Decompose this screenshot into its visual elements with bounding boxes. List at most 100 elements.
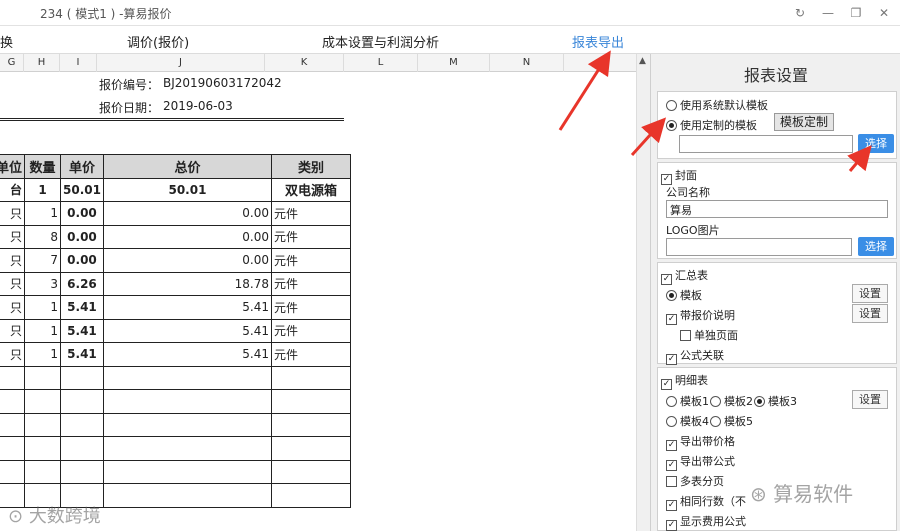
- cell[interactable]: [270, 483, 351, 508]
- column-header[interactable]: M: [418, 54, 490, 72]
- checkbox-cover[interactable]: ✓ 封面: [661, 167, 697, 185]
- cell[interactable]: [270, 412, 351, 437]
- menu-switch[interactable]: 换: [0, 32, 13, 51]
- radio-custom-template[interactable]: 使用定制的模板: [666, 117, 757, 133]
- cell[interactable]: 50.01: [60, 177, 104, 202]
- summary-settings-button[interactable]: 设置: [852, 284, 888, 303]
- checkbox-icon[interactable]: [666, 476, 677, 487]
- menu-cost-profit[interactable]: 成本设置与利润分析: [322, 32, 439, 51]
- cell[interactable]: 1: [24, 318, 61, 343]
- cell[interactable]: 只: [0, 201, 25, 226]
- cell[interactable]: [102, 365, 272, 390]
- cell[interactable]: [270, 365, 351, 390]
- cell[interactable]: [24, 436, 61, 461]
- cell[interactable]: 元件: [270, 201, 351, 226]
- cell[interactable]: 8: [24, 224, 61, 249]
- cell[interactable]: [0, 436, 25, 461]
- checkbox-export-price[interactable]: ✓ 导出带价格: [666, 433, 735, 451]
- cell[interactable]: 0.00: [60, 201, 104, 226]
- radio-template-4[interactable]: 模板4: [666, 413, 709, 429]
- column-header[interactable]: J: [97, 54, 265, 72]
- cell[interactable]: 1: [24, 201, 61, 226]
- cell[interactable]: 0.00: [60, 224, 104, 249]
- cell[interactable]: [60, 389, 104, 414]
- radio-template-3[interactable]: 模板3: [754, 393, 797, 409]
- cell[interactable]: [60, 459, 104, 484]
- cell[interactable]: [0, 389, 25, 414]
- cell[interactable]: [270, 389, 351, 414]
- checkbox-icon[interactable]: ✓: [666, 460, 677, 471]
- cell[interactable]: 5.41: [102, 295, 272, 320]
- cell[interactable]: 台: [0, 177, 25, 202]
- cell[interactable]: 5.41: [102, 342, 272, 367]
- column-header[interactable]: H: [24, 54, 60, 72]
- checkbox-summary[interactable]: ✓ 汇总表: [661, 267, 708, 285]
- cell[interactable]: [102, 459, 272, 484]
- template-custom-button[interactable]: 模板定制: [774, 113, 835, 131]
- detail-settings-button[interactable]: 设置: [852, 390, 888, 409]
- checkbox-formula-link[interactable]: ✓ 公式关联: [666, 347, 724, 365]
- template-path-input[interactable]: [679, 135, 853, 153]
- header-quantity[interactable]: 数量: [24, 154, 61, 179]
- checkbox-icon[interactable]: ✓: [666, 500, 677, 511]
- cell[interactable]: 1: [24, 295, 61, 320]
- cell[interactable]: 5.41: [102, 318, 272, 343]
- column-header[interactable]: K: [265, 54, 344, 72]
- desc-settings-button[interactable]: 设置: [852, 304, 888, 323]
- close-icon[interactable]: ✕: [874, 3, 894, 23]
- cell[interactable]: [270, 459, 351, 484]
- cell[interactable]: [60, 412, 104, 437]
- cell[interactable]: [102, 412, 272, 437]
- template-select-button[interactable]: 选择: [858, 134, 894, 153]
- checkbox-same-rows[interactable]: ✓ 相同行数（不: [666, 493, 746, 511]
- cell[interactable]: 5.41: [60, 318, 104, 343]
- logo-select-button[interactable]: 选择: [858, 237, 894, 256]
- cell[interactable]: 3: [24, 271, 61, 296]
- checkbox-icon[interactable]: ✓: [666, 440, 677, 451]
- header-category[interactable]: 类别: [270, 154, 351, 179]
- radio-icon[interactable]: [666, 100, 677, 111]
- checkbox-with-desc[interactable]: ✓ 带报价说明: [666, 307, 735, 325]
- cell[interactable]: [102, 436, 272, 461]
- cell[interactable]: [102, 389, 272, 414]
- cell[interactable]: 7: [24, 248, 61, 273]
- radio-icon[interactable]: [666, 290, 677, 301]
- column-header[interactable]: N: [490, 54, 564, 72]
- refresh-icon[interactable]: ↻: [790, 3, 810, 23]
- cell[interactable]: 元件: [270, 295, 351, 320]
- radio-icon[interactable]: [666, 396, 677, 407]
- checkbox-export-formula[interactable]: ✓ 导出带公式: [666, 453, 735, 471]
- cell[interactable]: [270, 436, 351, 461]
- cell[interactable]: [24, 412, 61, 437]
- cell[interactable]: [60, 365, 104, 390]
- checkbox-icon[interactable]: ✓: [666, 314, 677, 325]
- menu-report-export[interactable]: 报表导出: [572, 32, 624, 51]
- radio-icon[interactable]: [666, 416, 677, 427]
- restore-icon[interactable]: ❐: [846, 3, 866, 23]
- cell[interactable]: 元件: [270, 271, 351, 296]
- checkbox-icon[interactable]: ✓: [666, 520, 677, 531]
- cell[interactable]: 5.41: [60, 342, 104, 367]
- cell[interactable]: 双电源箱: [270, 177, 351, 202]
- scroll-up-icon[interactable]: ▲: [639, 56, 646, 66]
- checkbox-detail[interactable]: ✓ 明细表: [661, 372, 708, 390]
- minimize-icon[interactable]: —: [818, 3, 838, 23]
- cell[interactable]: 元件: [270, 248, 351, 273]
- radio-default-template[interactable]: 使用系统默认模板: [666, 97, 768, 113]
- cell[interactable]: [24, 365, 61, 390]
- cell[interactable]: 只: [0, 248, 25, 273]
- cell[interactable]: 元件: [270, 318, 351, 343]
- radio-icon[interactable]: [666, 120, 677, 131]
- cell[interactable]: 元件: [270, 224, 351, 249]
- menu-price-adjust[interactable]: 调价(报价): [127, 32, 189, 51]
- cell[interactable]: 18.78: [102, 271, 272, 296]
- cell[interactable]: 50.01: [102, 177, 272, 202]
- cell[interactable]: 只: [0, 271, 25, 296]
- radio-icon[interactable]: [710, 396, 721, 407]
- cell[interactable]: 只: [0, 224, 25, 249]
- cell[interactable]: 0.00: [102, 201, 272, 226]
- checkbox-icon[interactable]: ✓: [666, 354, 677, 365]
- radio-summary-template[interactable]: 模板: [666, 287, 702, 303]
- vertical-scrollbar[interactable]: ▲: [636, 54, 650, 531]
- cell[interactable]: [102, 483, 272, 508]
